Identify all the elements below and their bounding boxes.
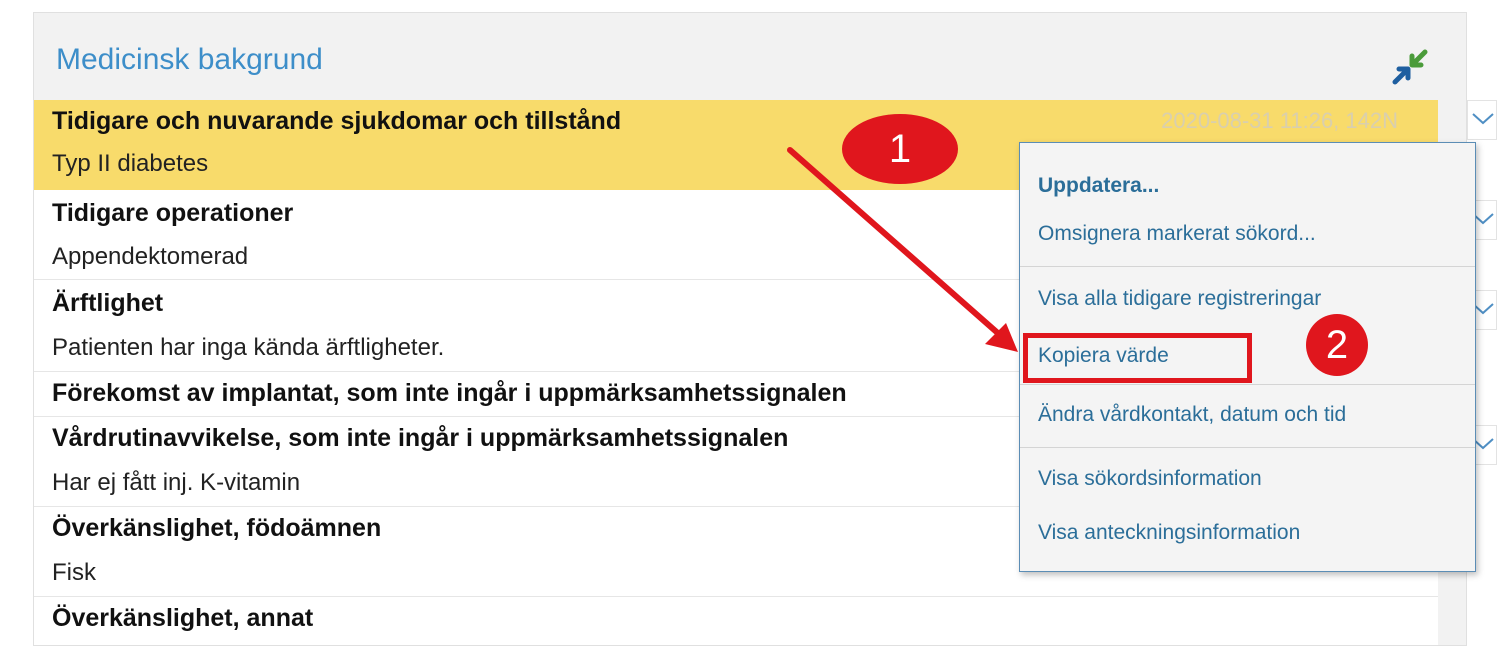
annotation-badge-2: 2 [1306, 314, 1368, 376]
annotation-highlight-box [1023, 333, 1252, 383]
annotation-arrow [787, 147, 1018, 352]
annotation-badge-1: 1 [842, 114, 958, 184]
